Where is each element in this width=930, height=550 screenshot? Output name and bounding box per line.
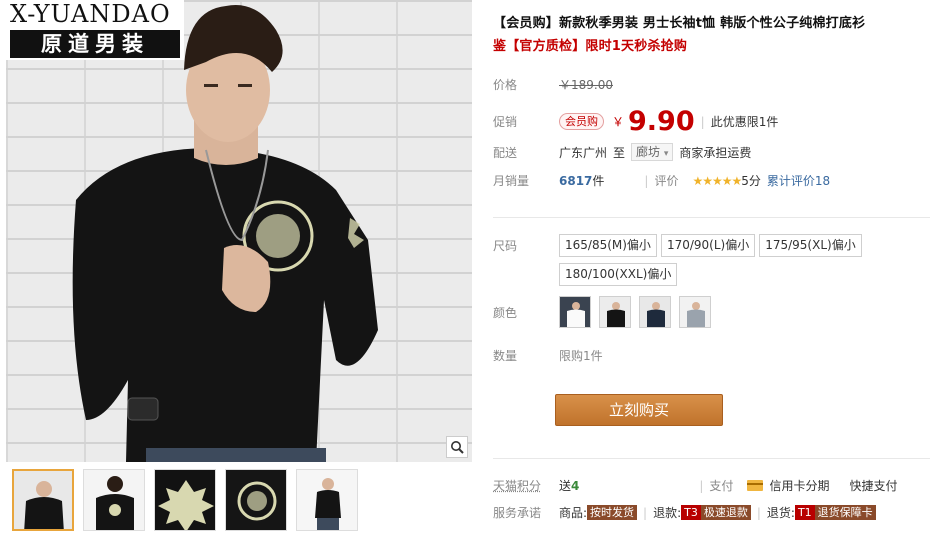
size-option-m[interactable]: 165/85(M)偏小 (559, 234, 657, 257)
credit-installment[interactable]: 信用卡分期 (769, 477, 829, 494)
details-divider (493, 217, 930, 218)
on-time-shipping-tag[interactable]: 按时发货 (587, 505, 638, 520)
points-value: 4 (571, 478, 580, 493)
ship-to-word: 至 (613, 145, 626, 160)
quantity-row: 数量 限购1件 (493, 347, 603, 364)
thumbnail-5[interactable] (296, 469, 358, 531)
shipping-label: 配送 (493, 145, 518, 160)
return-guarantee-tag[interactable]: 退货保障卡 (814, 505, 876, 520)
size-option-l[interactable]: 170/90(L)偏小 (660, 234, 756, 257)
color-swatch-white[interactable] (559, 296, 591, 328)
sales-separator: | (644, 173, 649, 188)
member-badge: 会员购 (559, 113, 604, 130)
main-product-image[interactable]: X-YUANDAO 原道男装 (6, 0, 472, 462)
points-label[interactable]: 天猫积分 (493, 477, 559, 494)
fast-refund-tag[interactable]: 极速退款 (700, 505, 751, 520)
rating-score: 5分 (741, 174, 761, 188)
color-swatch-black[interactable] (599, 296, 631, 328)
sales-row: 月销量 6817 件 | 评价 ★★★★★ 5分 累计评价18 (493, 172, 830, 189)
points-give: 送 (559, 479, 572, 493)
price-label: 价格 (493, 78, 518, 92)
points-separator: | (699, 478, 704, 493)
review-count-link[interactable]: 累计评价18 (767, 172, 830, 189)
size-row: 尺码 165/85(M)偏小 170/90(L)偏小 175/95(XL)偏小 (493, 234, 866, 257)
return-code-badge: T1 (794, 505, 815, 520)
sales-unit: 件 (592, 174, 605, 188)
size-option-xxl[interactable]: 180/100(XXL)偏小 (559, 263, 678, 286)
color-swatch-navy[interactable] (639, 296, 671, 328)
zoom-icon (451, 441, 464, 454)
zoom-button[interactable] (446, 436, 468, 458)
model-photo (72, 5, 379, 462)
goods-label: 商品: (559, 506, 588, 520)
size-option-xl[interactable]: 175/95(XL)偏小 (759, 234, 862, 257)
product-details: 【会员购】新款秋季男装 男士长袖t恤 韩版个性公子纯棉打底衫 鉴【官方质检】限时… (493, 12, 930, 520)
currency-symbol: ￥ (612, 115, 625, 129)
product-title: 【会员购】新款秋季男装 男士长袖t恤 韩版个性公子纯棉打底衫 鉴【官方质检】限时… (493, 12, 930, 58)
size-label: 尺码 (493, 239, 518, 253)
thumbnail-4[interactable] (225, 469, 287, 531)
return-label: 退货: (766, 506, 795, 520)
product-title-line1: 【会员购】新款秋季男装 男士长袖t恤 韩版个性公子纯棉打底衫 (493, 16, 866, 31)
points-row: 天猫积分 送 4 | 支付 信用卡分期 快捷支付 (493, 477, 897, 494)
thumbnail-2[interactable] (83, 469, 145, 531)
destination-value: 廊坊 (636, 145, 661, 159)
sales-count: 6817 (559, 173, 593, 188)
promo-row: 促销 会员购 ￥ 9.90 | 此优惠限1件 (493, 106, 778, 137)
promo-limit: 此优惠限1件 (710, 115, 779, 129)
service-row: 服务承诺 商品: 按时发货 | 退款: T3 极速退款 | 退货: T1 退货保… (493, 504, 876, 521)
refund-code-badge: T3 (681, 505, 701, 520)
quantity-limit: 限购1件 (559, 349, 603, 363)
color-swatch-grey[interactable] (679, 296, 711, 328)
credit-card-icon (747, 480, 764, 491)
payment-label: 支付 (709, 479, 734, 493)
thumbnail-3[interactable] (154, 469, 216, 531)
shipping-row: 配送 广东广州 至 廊坊 ▾ 商家承担运费 (493, 143, 751, 161)
brand-name-cn: 原道男装 (10, 30, 180, 58)
price-row: 价格 ￥189.00 (493, 76, 613, 93)
rating-label: 评价 (654, 174, 679, 188)
product-title-line2: 鉴【官方质检】限时1天秒杀抢购 (493, 39, 688, 54)
service-separator-1: | (643, 505, 648, 520)
promo-label: 促销 (493, 115, 518, 129)
service-divider (493, 458, 930, 459)
thumbnail-1[interactable] (12, 469, 74, 531)
fast-pay[interactable]: 快捷支付 (849, 477, 897, 494)
service-label: 服务承诺 (493, 506, 542, 520)
shipping-note: 商家承担运费 (679, 145, 752, 160)
quantity-label: 数量 (493, 349, 518, 363)
rating-stars-icon: ★★★★★ (692, 173, 742, 188)
promo-price: 9.90 (628, 106, 695, 137)
color-row: 颜色 (493, 296, 719, 328)
promo-separator: | (700, 114, 705, 129)
thumbnail-strip (6, 469, 472, 541)
size-row-2: 180/100(XXL)偏小 (559, 263, 681, 286)
destination-select[interactable]: 廊坊 ▾ (631, 143, 674, 161)
original-price: ￥189.00 (559, 78, 613, 92)
service-separator-2: | (756, 505, 761, 520)
dropdown-icon: ▾ (663, 149, 669, 159)
brand-logo: X-YUANDAO 原道男装 (6, 0, 184, 60)
ship-from: 广东广州 (559, 145, 608, 160)
refund-label: 退款: (653, 506, 682, 520)
sales-label: 月销量 (493, 174, 530, 188)
brand-name-en: X-YUANDAO (10, 0, 171, 28)
color-label: 颜色 (493, 305, 518, 320)
buy-now-button[interactable]: 立刻购买 (555, 394, 723, 426)
